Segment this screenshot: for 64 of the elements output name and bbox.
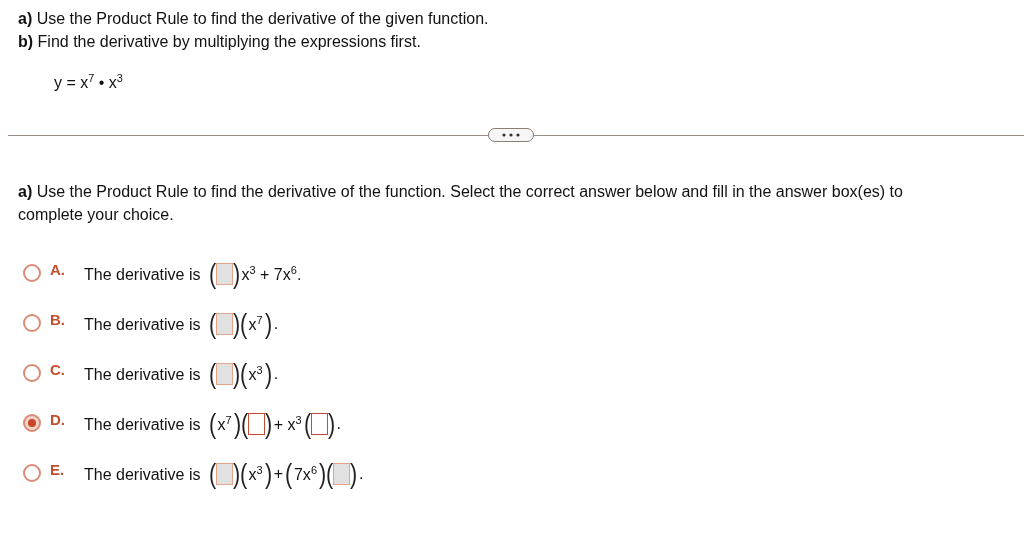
math-expression: 7x$^{6}$ xyxy=(293,464,317,485)
parenthesis: ) xyxy=(232,459,240,490)
parenthesis: ( xyxy=(303,409,311,440)
math-expression: . xyxy=(273,365,279,384)
parenthesis: ) xyxy=(233,409,241,440)
parenthesis: ) xyxy=(318,459,327,490)
parenthesis: ) xyxy=(264,459,272,490)
math-expression: . xyxy=(359,465,364,484)
ellipsis-icon xyxy=(502,133,520,138)
option-letter: D. xyxy=(50,410,66,428)
parenthesis: ) xyxy=(264,309,272,340)
parenthesis: ( xyxy=(284,459,293,490)
radio-button[interactable] xyxy=(23,264,41,283)
answer-box[interactable] xyxy=(333,463,350,486)
math-expression: . xyxy=(336,415,341,434)
option-letter: C. xyxy=(50,360,66,378)
math-expression: x$^{3}$ + 7x$^{6}$. xyxy=(241,264,302,285)
parenthesis: ( xyxy=(208,259,216,290)
option-text: The derivative is xyxy=(84,316,201,335)
math-expression: . xyxy=(273,315,279,334)
parenthesis: ( xyxy=(239,309,247,340)
more-button[interactable] xyxy=(488,128,534,143)
radio-button[interactable] xyxy=(23,414,41,433)
parenthesis: ) xyxy=(232,359,240,390)
parenthesis: ) xyxy=(349,459,358,490)
question-text: a) Use the Product Rule to find the derivative of the given function. xyxy=(18,9,490,29)
math-expression: x$^{3}$ xyxy=(248,464,263,485)
math-expression: x$^{7}$ xyxy=(248,314,263,335)
parenthesis: ( xyxy=(325,459,334,490)
option-letter: A. xyxy=(50,260,66,278)
radio-button[interactable] xyxy=(23,364,41,383)
instruction-text: a) Use the Product Rule to find the derivative of the function. Select the correct answer below and fill in the answer box(es) to complete your choice. xyxy=(18,182,904,226)
option-text: The derivative is xyxy=(84,266,201,285)
answer-box[interactable] xyxy=(215,313,233,336)
parenthesis: ) xyxy=(232,259,240,290)
option-letter: B. xyxy=(50,310,66,328)
math-expression: + xyxy=(273,465,283,484)
answer-box[interactable] xyxy=(215,363,233,386)
parenthesis: ) xyxy=(264,359,272,390)
function-formula: y = x$^{7}$ • x$^{3}$ xyxy=(54,71,124,94)
parenthesis: ( xyxy=(239,359,247,390)
parenthesis: ( xyxy=(208,309,216,340)
parenthesis: ) xyxy=(232,309,240,340)
math-expression: x$^{3}$ xyxy=(248,364,263,385)
answer-box[interactable] xyxy=(247,413,265,436)
answer-box[interactable] xyxy=(215,263,233,286)
parenthesis: ) xyxy=(327,409,335,440)
option-text: The derivative is xyxy=(84,416,201,435)
parenthesis: ( xyxy=(240,409,248,440)
parenthesis: ( xyxy=(239,459,247,490)
answer-box[interactable] xyxy=(310,413,328,436)
parenthesis: ( xyxy=(208,409,216,440)
option-letter: E. xyxy=(50,460,66,478)
math-expression: + x$^{3}$ xyxy=(273,414,302,435)
radio-button[interactable] xyxy=(23,314,41,333)
parenthesis: ) xyxy=(264,409,272,440)
math-expression: x$^{7}$ xyxy=(217,414,232,435)
option-text: The derivative is xyxy=(84,366,201,385)
question-text: b) Find the derivative by multiplying the expressions first. xyxy=(18,32,422,52)
parenthesis: ( xyxy=(208,459,216,490)
answer-box[interactable] xyxy=(215,463,233,486)
radio-button[interactable] xyxy=(23,464,41,483)
parenthesis: ( xyxy=(208,359,216,390)
option-text: The derivative is xyxy=(84,466,201,485)
